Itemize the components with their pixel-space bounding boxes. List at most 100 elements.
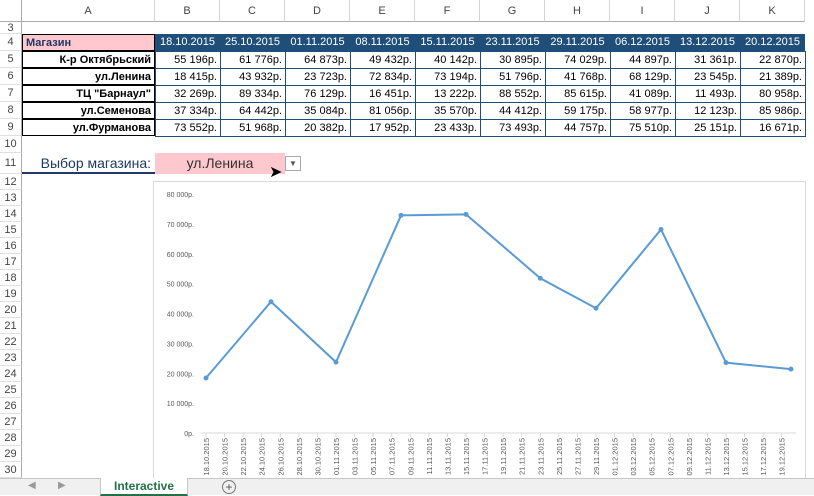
row-header-10[interactable]: 10 [0, 136, 22, 153]
column-header-K[interactable]: K [740, 0, 805, 22]
sales-value-cell[interactable]: 58 977р. [610, 102, 676, 120]
row-header-20[interactable]: 20 [0, 302, 22, 318]
sales-value-cell[interactable]: 51 968р. [220, 119, 286, 137]
sales-value-cell[interactable]: 73 194р. [415, 68, 481, 86]
select-all-corner[interactable] [0, 0, 22, 22]
store-selector-value[interactable]: ул.Ленина [155, 153, 285, 174]
sales-value-cell[interactable]: 64 442р. [220, 102, 286, 120]
store-name-cell[interactable]: ул.Фурманова [22, 119, 155, 136]
date-header-cell[interactable]: 08.11.2015 [350, 34, 415, 51]
sales-value-cell[interactable]: 32 269р. [155, 85, 221, 103]
sales-value-cell[interactable]: 16 671р. [740, 119, 806, 137]
sales-value-cell[interactable]: 80 958р. [740, 85, 806, 103]
row-header-23[interactable]: 23 [0, 350, 22, 366]
date-header-cell[interactable]: 23.11.2015 [480, 34, 545, 51]
sales-value-cell[interactable]: 51 796р. [480, 68, 546, 86]
sales-value-cell[interactable]: 49 432р. [350, 51, 416, 69]
sales-value-cell[interactable]: 85 615р. [545, 85, 611, 103]
store-selector-dropdown-button[interactable]: ▼ [285, 156, 301, 171]
sales-value-cell[interactable]: 23 723р. [285, 68, 351, 86]
row-header-15[interactable]: 15 [0, 222, 22, 238]
store-header-cell[interactable]: Магазин [22, 34, 155, 51]
row-header-30[interactable]: 30 [0, 462, 22, 478]
row-header-16[interactable]: 16 [0, 238, 22, 254]
store-name-cell[interactable]: ул.Семенова [22, 102, 155, 119]
sales-value-cell[interactable]: 23 433р. [415, 119, 481, 137]
row-header-12[interactable]: 12 [0, 174, 22, 190]
sales-value-cell[interactable]: 12 123р. [675, 102, 741, 120]
sales-value-cell[interactable]: 40 142р. [415, 51, 481, 69]
sales-value-cell[interactable]: 43 932р. [220, 68, 286, 86]
row-header-14[interactable]: 14 [0, 206, 22, 222]
row-header-5[interactable]: 5 [0, 51, 22, 68]
sales-value-cell[interactable]: 35 084р. [285, 102, 351, 120]
date-header-cell[interactable]: 29.11.2015 [545, 34, 610, 51]
column-header-H[interactable]: H [545, 0, 610, 22]
row-header-26[interactable]: 26 [0, 398, 22, 414]
scroll-right-icon[interactable]: ▶ [58, 480, 66, 491]
store-name-cell[interactable]: ул.Ленина [22, 68, 155, 85]
sales-line-chart[interactable]: 0р. 10 000р. 20 000р. 30 000р. 40 000р. 50 00… [153, 181, 806, 481]
sales-value-cell[interactable]: 31 361р. [675, 51, 741, 69]
sales-value-cell[interactable]: 21 389р. [740, 68, 806, 86]
sales-value-cell[interactable]: 55 196р. [155, 51, 221, 69]
row-header-25[interactable]: 25 [0, 382, 22, 398]
store-name-cell[interactable]: ТЦ "Барнаул" [22, 85, 155, 102]
sales-value-cell[interactable]: 64 873р. [285, 51, 351, 69]
sales-value-cell[interactable]: 59 175р. [545, 102, 611, 120]
row-header-6[interactable]: 6 [0, 68, 22, 85]
sheet-tab-interactive[interactable]: Interactive [100, 478, 188, 496]
sales-value-cell[interactable]: 23 545р. [675, 68, 741, 86]
date-header-cell[interactable]: 18.10.2015 [155, 34, 220, 51]
sales-value-cell[interactable]: 76 129р. [285, 85, 351, 103]
date-header-cell[interactable]: 25.10.2015 [220, 34, 285, 51]
row-header-24[interactable]: 24 [0, 366, 22, 382]
date-header-cell[interactable]: 20.12.2015 [740, 34, 805, 51]
sales-value-cell[interactable]: 17 952р. [350, 119, 416, 137]
row-header-9[interactable]: 9 [0, 119, 22, 136]
row-header-3[interactable]: 3 [0, 22, 22, 34]
sales-value-cell[interactable]: 72 834р. [350, 68, 416, 86]
scroll-left-icon[interactable]: ◀ [28, 480, 36, 491]
sales-value-cell[interactable]: 68 129р. [610, 68, 676, 86]
sales-value-cell[interactable]: 25 151р. [675, 119, 741, 137]
store-name-cell[interactable]: К-р Октябрьский [22, 51, 155, 68]
row-header-22[interactable]: 22 [0, 334, 22, 350]
column-header-G[interactable]: G [480, 0, 545, 22]
sales-value-cell[interactable]: 35 570р. [415, 102, 481, 120]
row-header-18[interactable]: 18 [0, 270, 22, 286]
column-header-A[interactable]: A [22, 0, 155, 22]
sales-value-cell[interactable]: 44 897р. [610, 51, 676, 69]
sales-value-cell[interactable]: 37 334р. [155, 102, 221, 120]
sales-value-cell[interactable]: 73 552р. [155, 119, 221, 137]
sales-value-cell[interactable]: 44 412р. [480, 102, 546, 120]
sales-value-cell[interactable]: 73 493р. [480, 119, 546, 137]
row-header-8[interactable]: 8 [0, 102, 22, 119]
sales-value-cell[interactable]: 30 895р. [480, 51, 546, 69]
date-header-cell[interactable]: 01.11.2015 [285, 34, 350, 51]
sales-value-cell[interactable]: 61 776р. [220, 51, 286, 69]
row-header-27[interactable]: 27 [0, 414, 22, 430]
sales-value-cell[interactable]: 88 552р. [480, 85, 546, 103]
add-sheet-icon[interactable]: + [222, 480, 236, 494]
sales-value-cell[interactable]: 85 986р. [740, 102, 806, 120]
sales-value-cell[interactable]: 44 757р. [545, 119, 611, 137]
column-header-J[interactable]: J [675, 0, 740, 22]
sales-value-cell[interactable]: 74 029р. [545, 51, 611, 69]
row-header-11[interactable]: 11 [0, 153, 22, 174]
sales-value-cell[interactable]: 18 415р. [155, 68, 221, 86]
date-header-cell[interactable]: 06.12.2015 [610, 34, 675, 51]
column-header-E[interactable]: E [350, 0, 415, 22]
sales-value-cell[interactable]: 13 222р. [415, 85, 481, 103]
sales-value-cell[interactable]: 41 089р. [610, 85, 676, 103]
row-header-4[interactable]: 4 [0, 34, 22, 51]
column-header-C[interactable]: C [220, 0, 285, 22]
row-header-17[interactable]: 17 [0, 254, 22, 270]
column-header-I[interactable]: I [610, 0, 675, 22]
column-header-D[interactable]: D [285, 0, 350, 22]
sales-value-cell[interactable]: 75 510р. [610, 119, 676, 137]
sales-value-cell[interactable]: 81 056р. [350, 102, 416, 120]
sales-value-cell[interactable]: 22 870р. [740, 51, 806, 69]
column-header-F[interactable]: F [415, 0, 480, 22]
column-header-B[interactable]: B [155, 0, 220, 22]
